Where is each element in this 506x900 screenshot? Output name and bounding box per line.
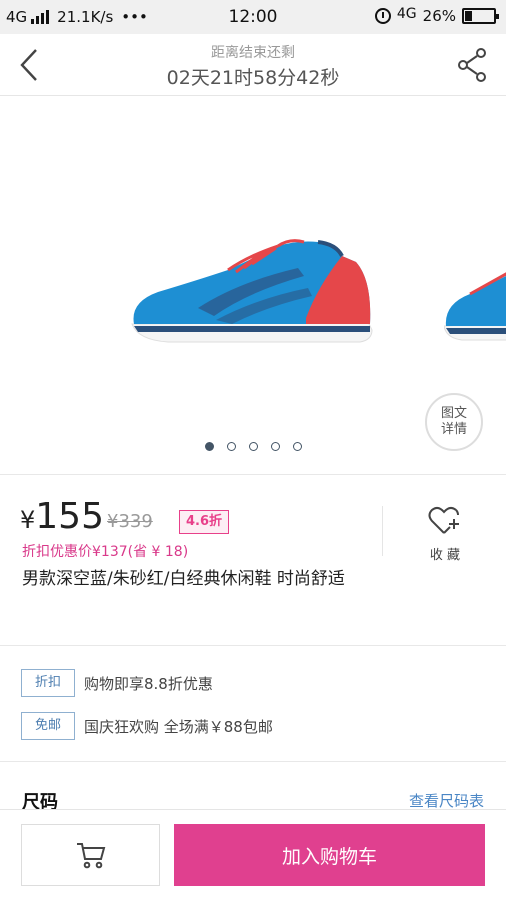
divider xyxy=(0,474,506,475)
bottom-action-bar: 加入购物车 xyxy=(0,809,506,900)
cart-button[interactable] xyxy=(21,824,160,886)
divider xyxy=(0,761,506,762)
promo-price: 折扣优惠价¥137(省 ¥ 18) xyxy=(22,544,189,560)
detail-button-line1: 图文 xyxy=(440,406,467,421)
product-image xyxy=(131,239,373,343)
page-indicator xyxy=(0,442,506,451)
battery-fill xyxy=(465,11,473,21)
size-chart-link[interactable]: 查看尺码表 xyxy=(409,790,484,811)
alarm-icon xyxy=(374,8,391,24)
promo-text-shipping: 国庆狂欢购 全场满￥88包邮 xyxy=(84,718,273,736)
price-value: 155 xyxy=(35,496,104,537)
product-title: 男款深空蓝/朱砂红/白经典休闲鞋 时尚舒适 xyxy=(22,569,345,589)
cart-icon xyxy=(76,843,105,869)
battery-percent: 26% xyxy=(422,7,456,25)
promo-tag-shipping: 免邮 xyxy=(21,712,75,740)
promo-tag-discount: 折扣 xyxy=(21,669,75,697)
page-dot xyxy=(226,442,236,451)
heart-plus-icon xyxy=(428,506,459,534)
network-4g-indicator: 4G xyxy=(396,6,417,22)
countdown-timer: 02天21时58分42秒 xyxy=(166,67,340,89)
status-bar: 4G 21.1K/s ••• 12:00 4G 26% xyxy=(0,0,506,34)
next-product-image xyxy=(444,272,506,341)
currency-symbol: ¥ xyxy=(20,506,36,534)
page-dot xyxy=(292,442,302,451)
divider xyxy=(0,645,506,646)
battery-icon xyxy=(462,8,499,24)
countdown-label: 距离结束还剩 xyxy=(211,45,295,61)
current-price: ¥155 xyxy=(20,496,104,537)
page-dot xyxy=(248,442,258,451)
favorite-button[interactable]: 收 藏 xyxy=(416,506,474,563)
vertical-divider xyxy=(382,506,383,556)
header: 距离结束还剩 02天21时58分42秒 xyxy=(0,34,506,96)
favorite-label: 收 藏 xyxy=(429,548,461,563)
detail-button-line2: 详情 xyxy=(440,422,467,437)
original-price: ¥339 xyxy=(107,511,153,532)
page-dot xyxy=(270,442,280,451)
discount-badge: 4.6折 xyxy=(179,510,230,534)
promo-text-discount: 购物即享8.8折优惠 xyxy=(84,675,213,693)
product-gallery[interactable]: 图文 详情 xyxy=(0,96,506,474)
share-icon[interactable] xyxy=(458,48,488,82)
add-to-cart-button[interactable]: 加入购物车 xyxy=(174,824,485,886)
page-dot xyxy=(204,442,214,451)
